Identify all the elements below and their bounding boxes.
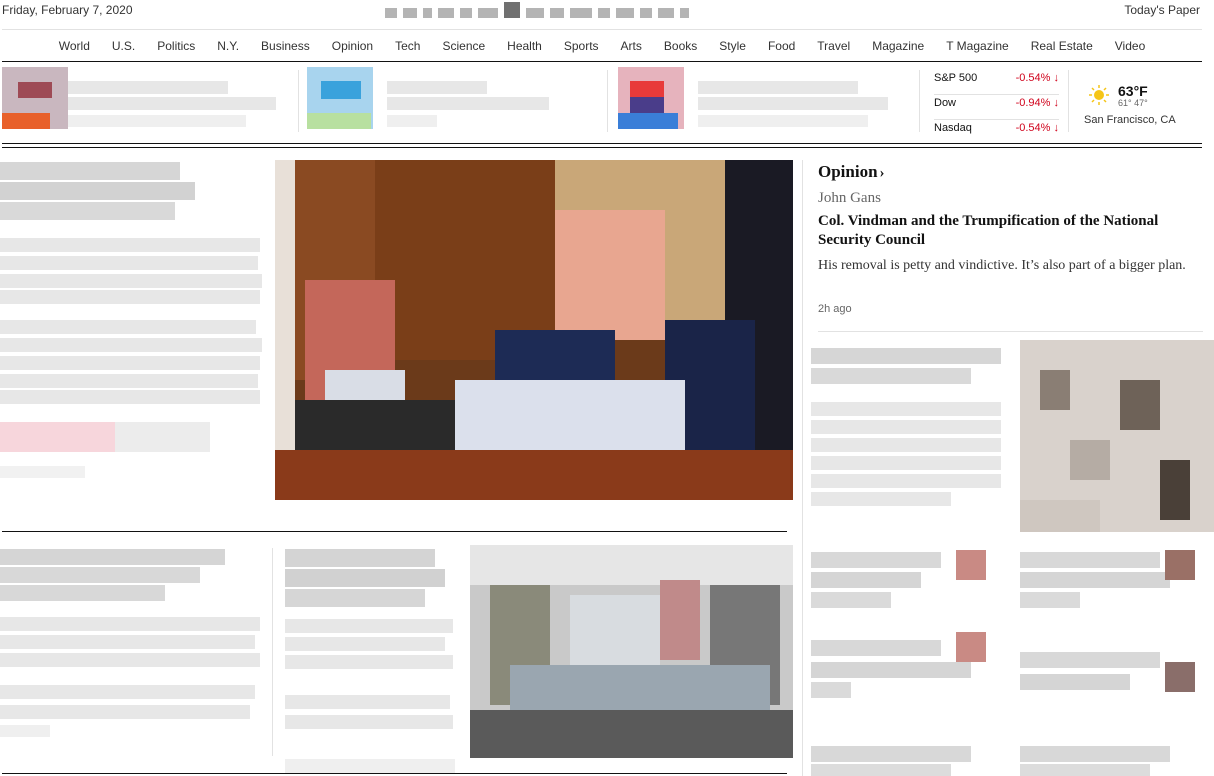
todays-paper-link[interactable]: Today's Paper bbox=[1124, 3, 1200, 17]
photo bbox=[1020, 340, 1214, 532]
nav-item-sports[interactable]: Sports bbox=[564, 38, 599, 54]
market-row-nasdaq[interactable]: Nasdaq -0.54% ↓ bbox=[934, 120, 1059, 144]
opinion-summary: His removal is petty and vindictive. It’… bbox=[818, 258, 1186, 273]
promo-thumbnail bbox=[2, 67, 68, 129]
market-name: Nasdaq bbox=[934, 122, 972, 134]
opinion-card[interactable] bbox=[811, 340, 1006, 530]
nav-item-ny[interactable]: N.Y. bbox=[217, 38, 239, 54]
nav-item-us[interactable]: U.S. bbox=[112, 38, 135, 54]
nav-item-travel[interactable]: Travel bbox=[817, 38, 850, 54]
opinion-section-link[interactable]: Opinion › bbox=[818, 162, 885, 182]
chevron-right-icon: › bbox=[879, 165, 885, 181]
promo-thumbnail bbox=[307, 67, 373, 129]
down-arrow-icon: ↓ bbox=[1053, 122, 1060, 134]
story-card[interactable] bbox=[285, 545, 455, 773]
promo-card[interactable] bbox=[618, 67, 908, 135]
market-change: -0.54% ↓ bbox=[1015, 122, 1060, 134]
opinion-card[interactable] bbox=[811, 548, 991, 618]
market-row-dow[interactable]: Dow -0.94% ↓ bbox=[934, 95, 1059, 120]
nav-item-opinion[interactable]: Opinion bbox=[332, 38, 373, 54]
opinion-card[interactable] bbox=[1020, 548, 1200, 628]
column-divider bbox=[802, 160, 803, 776]
lead-story[interactable] bbox=[0, 160, 270, 490]
opinion-card[interactable] bbox=[1020, 742, 1200, 776]
nav-item-food[interactable]: Food bbox=[768, 38, 795, 54]
promo-card[interactable] bbox=[307, 67, 597, 135]
top-section-divider bbox=[2, 143, 1202, 148]
nav-divider bbox=[2, 61, 1202, 62]
weather-divider bbox=[1068, 70, 1069, 132]
nav-item-video[interactable]: Video bbox=[1115, 38, 1145, 54]
nav-item-world[interactable]: World bbox=[59, 38, 90, 54]
promo-card[interactable] bbox=[2, 67, 290, 135]
nav-item-politics[interactable]: Politics bbox=[157, 38, 195, 54]
nav-item-real-estate[interactable]: Real Estate bbox=[1031, 38, 1093, 54]
opinion-author: John Gans bbox=[818, 190, 881, 206]
market-row-sp500[interactable]: S&P 500 -0.54% ↓ bbox=[934, 70, 1059, 95]
nav-item-science[interactable]: Science bbox=[442, 38, 485, 54]
opinion-card[interactable] bbox=[811, 630, 991, 710]
market-name: Dow bbox=[934, 97, 957, 109]
nav-item-health[interactable]: Health bbox=[507, 38, 542, 54]
story-divider bbox=[2, 773, 787, 774]
nav-item-business[interactable]: Business bbox=[261, 38, 310, 54]
opinion-card[interactable] bbox=[1020, 640, 1200, 720]
promo-thumbnail bbox=[618, 67, 684, 129]
opinion-label: Opinion bbox=[818, 162, 878, 181]
down-arrow-icon: ↓ bbox=[1053, 97, 1060, 109]
story-card[interactable] bbox=[0, 545, 265, 745]
weather-city: San Francisco, CA bbox=[1084, 114, 1176, 126]
photo bbox=[470, 545, 793, 758]
nav-item-t-magazine[interactable]: T Magazine bbox=[946, 38, 1008, 54]
section-nav: World U.S. Politics N.Y. Business Opinio… bbox=[0, 38, 1204, 54]
down-arrow-icon: ↓ bbox=[1053, 72, 1060, 84]
nav-item-tech[interactable]: Tech bbox=[395, 38, 420, 54]
promo-divider bbox=[607, 70, 608, 132]
opinion-card-image[interactable] bbox=[1020, 340, 1214, 532]
nav-item-books[interactable]: Books bbox=[664, 38, 697, 54]
lead-story-image[interactable] bbox=[275, 160, 793, 500]
market-change: -0.94% ↓ bbox=[1015, 97, 1060, 109]
promo-divider bbox=[919, 70, 920, 132]
promo-divider bbox=[298, 70, 299, 132]
market-change: -0.54% ↓ bbox=[1015, 72, 1060, 84]
story-image[interactable] bbox=[470, 545, 793, 758]
masthead-logo[interactable] bbox=[385, 0, 821, 18]
header-divider bbox=[2, 29, 1202, 30]
photo bbox=[275, 160, 793, 500]
sun-icon bbox=[1089, 85, 1109, 105]
opinion-card[interactable] bbox=[811, 742, 991, 776]
opinion-divider bbox=[818, 331, 1203, 332]
story-divider bbox=[2, 531, 787, 532]
market-name: S&P 500 bbox=[934, 72, 978, 84]
nav-item-style[interactable]: Style bbox=[719, 38, 746, 54]
nav-item-magazine[interactable]: Magazine bbox=[872, 38, 924, 54]
weather-temp: 63°F bbox=[1118, 83, 1148, 99]
header-date: Friday, February 7, 2020 bbox=[2, 3, 133, 17]
weather-hilo: 61° 47° bbox=[1118, 98, 1148, 108]
markets-widget[interactable]: S&P 500 -0.54% ↓ Dow -0.94% ↓ Nasdaq -0.… bbox=[934, 70, 1059, 144]
opinion-headline[interactable]: Col. Vindman and the Trumpification of t… bbox=[818, 212, 1198, 250]
opinion-timestamp: 2h ago bbox=[818, 303, 852, 315]
story-divider-vertical bbox=[272, 548, 273, 756]
nav-item-arts[interactable]: Arts bbox=[621, 38, 642, 54]
